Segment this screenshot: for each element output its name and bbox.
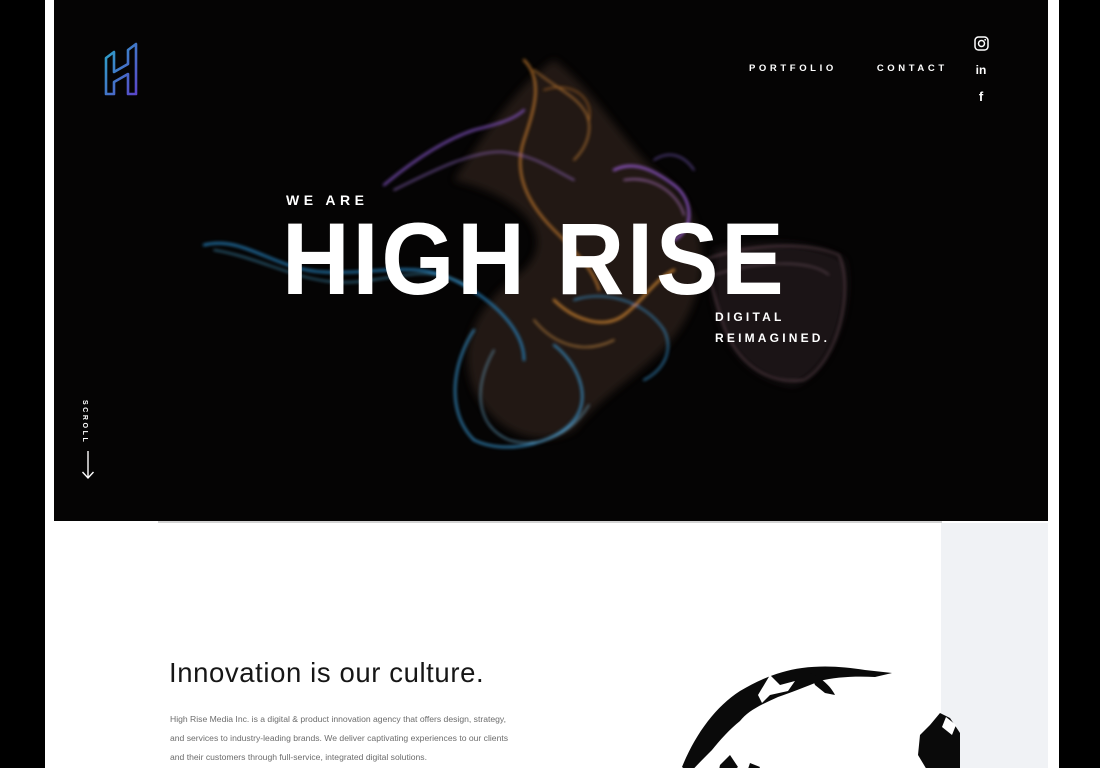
section-title: Innovation is our culture. bbox=[169, 657, 485, 688]
hero-section: PORTFOLIO CONTACT in f WE ARE HIGH RISE … bbox=[54, 0, 1048, 521]
linkedin-glyph: in bbox=[975, 62, 987, 77]
tagline-line-1: DIGITAL bbox=[715, 310, 785, 324]
instagram-icon[interactable] bbox=[972, 34, 990, 52]
globe-illustration bbox=[682, 666, 960, 768]
hero-tagline: DIGITAL REIMAGINED. bbox=[715, 307, 830, 349]
arrow-down-icon bbox=[81, 451, 95, 480]
linkedin-icon[interactable]: in bbox=[972, 61, 990, 79]
facebook-glyph: f bbox=[978, 88, 984, 104]
tagline-line-2: REIMAGINED. bbox=[715, 331, 831, 345]
section-description: High Rise Media Inc. is a digital & prod… bbox=[170, 714, 509, 762]
scroll-label: SCROLL bbox=[81, 400, 88, 445]
social-links: in f bbox=[972, 34, 990, 114]
scroll-indicator[interactable]: SCROLL bbox=[78, 398, 98, 483]
page-frame: PORTFOLIO CONTACT in f WE ARE HIGH RISE … bbox=[45, 0, 1059, 768]
hero-headline: HIGH RISE bbox=[282, 202, 787, 316]
main-nav: PORTFOLIO CONTACT bbox=[749, 63, 948, 74]
high-rise-logo[interactable] bbox=[104, 42, 140, 96]
nav-portfolio-link[interactable]: PORTFOLIO bbox=[749, 63, 837, 74]
nav-contact-link[interactable]: CONTACT bbox=[877, 63, 948, 74]
facebook-icon[interactable]: f bbox=[972, 87, 990, 105]
section-divider bbox=[158, 521, 942, 523]
